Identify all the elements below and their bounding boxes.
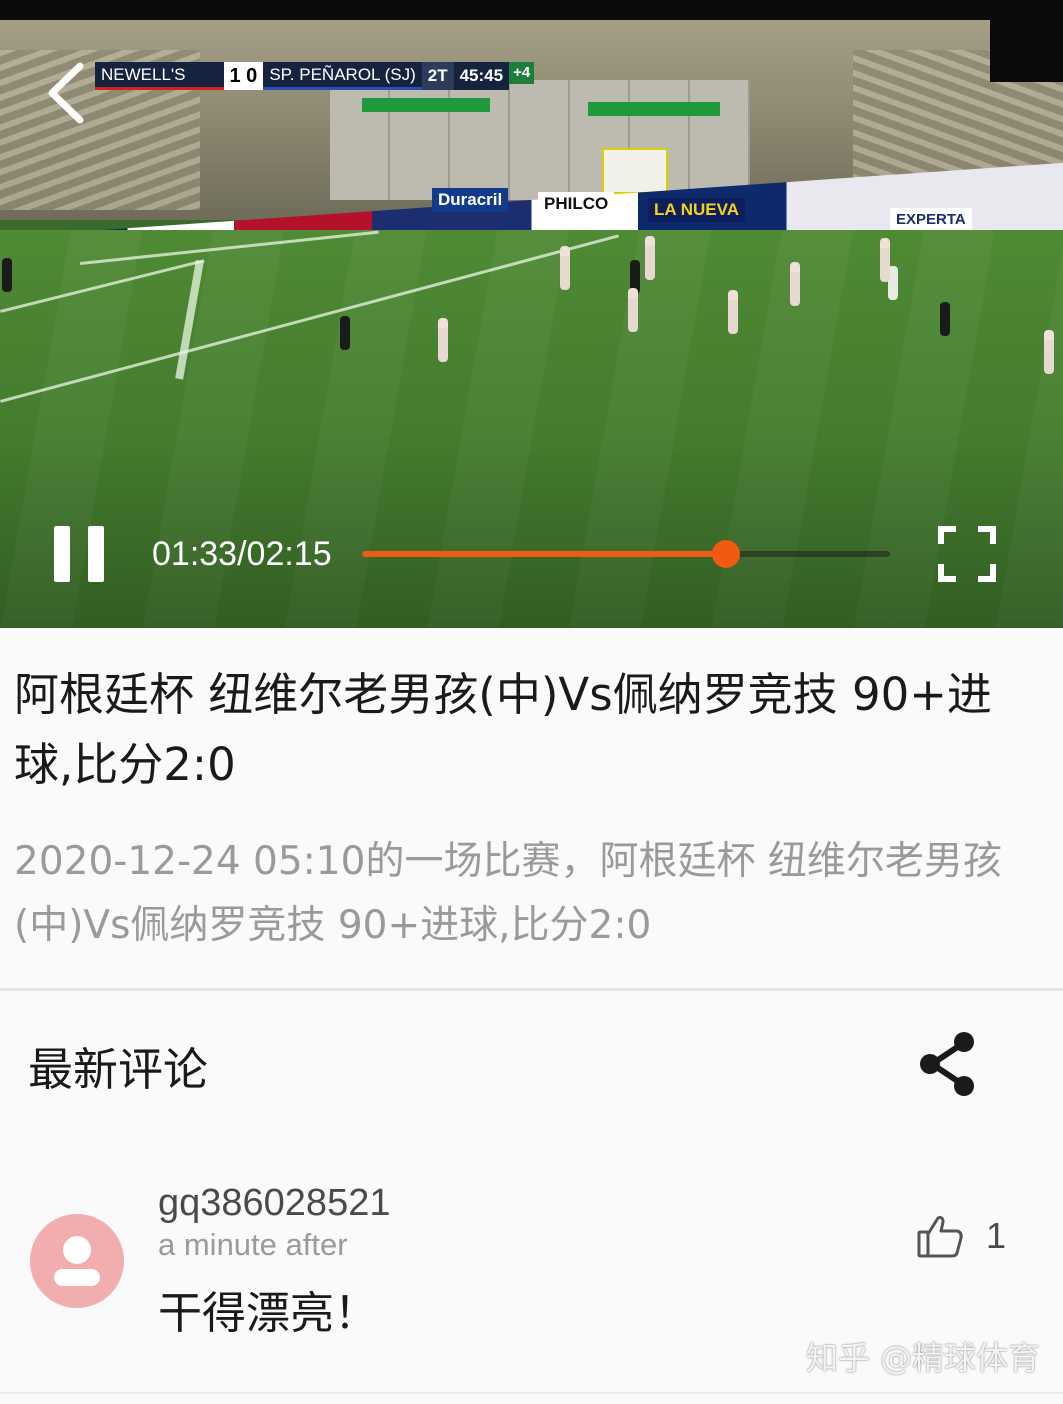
ad-la-nueva: LA NUEVA: [648, 198, 745, 222]
playback-time: 01:33/02:15: [152, 535, 332, 573]
pause-button[interactable]: [54, 526, 106, 582]
player: [790, 262, 800, 306]
back-button[interactable]: [44, 62, 88, 124]
ambulance: [602, 148, 668, 194]
ad-philco: PHILCO: [538, 192, 615, 216]
player: [880, 238, 890, 282]
divider: [0, 988, 1063, 991]
thumbs-up-icon: [917, 1216, 963, 1258]
pitch-line: [80, 230, 379, 265]
share-icon: [920, 1032, 974, 1096]
fullscreen-button[interactable]: [938, 526, 996, 582]
pause-icon: [54, 526, 70, 582]
chevron-left-icon: [48, 62, 84, 124]
scoreboard: NEWELL'S 1 0 SP. PEÑAROL (SJ) 2T 45:45 +…: [95, 62, 535, 90]
video-overlay: [0, 428, 1063, 628]
comment-username[interactable]: gq386028521: [158, 1180, 390, 1226]
player: [1044, 330, 1054, 374]
status-bar: [0, 0, 1063, 20]
ad-experta: EXPERTA: [890, 208, 972, 232]
divider: [0, 1392, 1063, 1394]
player: [728, 290, 738, 334]
player: [438, 318, 448, 362]
comments-header: 最新评论: [28, 1043, 209, 1096]
pause-icon: [88, 526, 104, 582]
ad-duracril: Duracril: [432, 188, 509, 212]
video-description: 2020-12-24 05:10的一场比赛，阿根廷杯 纽维尔老男孩(中)Vs佩纳…: [14, 839, 1002, 948]
share-button[interactable]: [918, 1032, 978, 1096]
avatar[interactable]: [30, 1214, 124, 1308]
exit-sign: [362, 98, 490, 112]
player: [628, 288, 638, 332]
player: [2, 258, 12, 292]
added-time: +4: [509, 62, 535, 84]
progress-fill: [362, 551, 727, 557]
watermark: 知乎 @精球体育: [806, 1339, 1041, 1377]
video-player[interactable]: Duracril PHILCO LA NUEVA EXPERTA NEWELL'…: [0, 0, 1063, 628]
exit-sign: [588, 102, 720, 116]
away-team: SP. PEÑAROL (SJ): [263, 62, 422, 90]
player: [940, 302, 950, 336]
player: [340, 316, 350, 350]
score: 1 0: [223, 62, 264, 90]
like-count: 1: [986, 1215, 1007, 1256]
comment-time: a minute after: [158, 1227, 348, 1262]
match-clock: 45:45: [453, 62, 510, 90]
video-title: 阿根廷杯 纽维尔老男孩(中)Vs佩纳罗竞技 90+进球,比分2:0: [14, 668, 992, 791]
pitch-line: [175, 260, 204, 380]
user-icon: [54, 1236, 100, 1286]
player: [645, 236, 655, 280]
home-team: NEWELL'S: [95, 62, 224, 90]
match-half: 2T: [421, 62, 454, 90]
progress-bar[interactable]: [362, 540, 890, 568]
fullscreen-icon: [938, 526, 996, 582]
pitch-line: [0, 259, 205, 313]
player: [560, 246, 570, 290]
like-button[interactable]: [916, 1212, 964, 1260]
video-corner: [990, 20, 1063, 82]
comment-text: 干得漂亮！: [158, 1288, 378, 1339]
